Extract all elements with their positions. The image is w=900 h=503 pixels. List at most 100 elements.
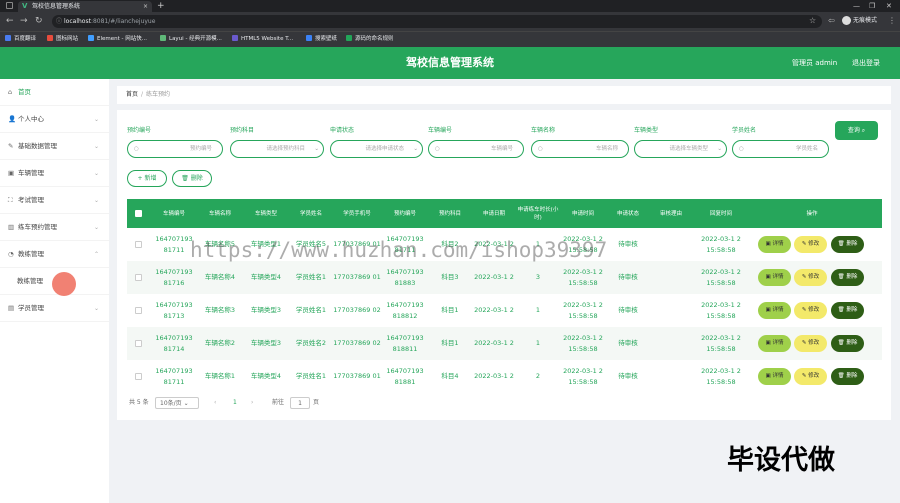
search-icon: ○ (538, 146, 543, 152)
back-icon[interactable]: ← (6, 16, 14, 26)
sidebar-item-exams[interactable]: ⛶ 考试管理 ⌄ (0, 187, 109, 214)
detail-button[interactable]: ▣ 详情 (758, 368, 791, 385)
new-tab-icon[interactable]: + (157, 0, 165, 12)
reload-icon[interactable]: ↻ (35, 16, 43, 26)
page-size-select[interactable]: 10条/页 ⌄ (155, 397, 199, 409)
window-menu-icon[interactable] (6, 2, 13, 9)
minimize-icon[interactable]: — (853, 0, 860, 12)
cell-apply-date: 2022-03-1 2 (474, 339, 514, 347)
edit-button[interactable]: ✎ 修改 (794, 368, 827, 385)
row-checkbox[interactable] (135, 241, 142, 248)
prev-page-icon[interactable]: ‹ (214, 397, 216, 409)
row-checkbox[interactable] (135, 307, 142, 314)
bookmark-item[interactable]: Layui - 经典开源模... (160, 34, 222, 45)
bookmark-item[interactable]: Element - 网站快... (88, 34, 147, 45)
detail-label: 详情 (772, 307, 784, 313)
detail-button[interactable]: ▣ 详情 (758, 335, 791, 352)
detail-button[interactable]: ▣ 详情 (758, 269, 791, 286)
window-close-icon[interactable]: ✕ (886, 0, 892, 12)
delete-label: 删除 (846, 274, 858, 280)
table-header: 车辆编号 车辆名称 车辆类型 学员姓名 学员手机号 预约编号 预约科目 申请日期… (127, 199, 882, 228)
row-checkbox[interactable] (135, 274, 142, 281)
sidebar-item-base-data[interactable]: ✎ 基础数据管理 ⌄ (0, 133, 109, 160)
row-delete-button[interactable]: 🗑 删除 (831, 368, 864, 385)
th-booking-no[interactable]: 预约编号 (381, 199, 429, 228)
sidebar-item-label: 基础数据管理 (18, 142, 57, 150)
cell-vehicle-type: 车辆类型3 (250, 339, 282, 347)
info-icon[interactable]: ⓘ (56, 15, 62, 28)
next-page-icon[interactable]: › (251, 397, 253, 409)
total-count: 共 5 条 (129, 399, 149, 406)
row-checkbox[interactable] (135, 373, 142, 380)
sidebar-item-vehicles[interactable]: ▣ 车辆管理 ⌄ (0, 160, 109, 187)
th-review-reason[interactable]: 审核理由 (649, 199, 693, 228)
th-actions: 操作 (806, 210, 818, 217)
bookmark-item[interactable]: HTML5 Website T... (232, 34, 293, 45)
query-button[interactable]: 查询 ⌕ (835, 121, 878, 140)
edit-button[interactable]: ✎ 修改 (794, 236, 827, 253)
th-student-name[interactable]: 学员姓名 (289, 199, 333, 228)
bookmark-item[interactable]: 搜索壁纸 (306, 34, 337, 45)
select-all-checkbox[interactable] (135, 210, 142, 217)
detail-label: 详情 (772, 340, 784, 346)
bookmark-star-icon[interactable]: ☆ (809, 16, 816, 26)
th-apply-date[interactable]: 申请日期 (471, 199, 517, 228)
sidebar-item-home[interactable]: ⌂ 首页 (0, 79, 109, 106)
sidebar-item-profile[interactable]: 👤 个人中心 ⌄ (0, 106, 109, 133)
row-delete-button[interactable]: 🗑 删除 (831, 335, 864, 352)
detail-button[interactable]: ▣ 详情 (758, 236, 791, 253)
more-menu-icon[interactable]: ⋮ (888, 16, 896, 26)
add-button[interactable]: + 新增 (127, 170, 167, 187)
th-vehicle-no[interactable]: 车辆编号 (151, 199, 197, 228)
extension-icon[interactable]: ⇦ (828, 16, 835, 26)
sidebar-item-label: 考试管理 (18, 196, 44, 204)
subject-select[interactable]: 请选择预约科目 ⌄ (230, 140, 324, 158)
row-delete-button[interactable]: 🗑 删除 (831, 236, 864, 253)
sidebar-item-coaches[interactable]: ◔ 教练管理 ⌃ (0, 241, 109, 268)
booking-no-input[interactable]: ○ 预约编号 (127, 140, 223, 158)
cell-status: 待审核 (618, 372, 638, 380)
page-number[interactable]: 1 (233, 397, 237, 409)
edit-button[interactable]: ✎ 修改 (794, 269, 827, 286)
goto-input[interactable]: 1 (290, 397, 310, 409)
row-delete-button[interactable]: 🗑 删除 (831, 269, 864, 286)
bookmark-item[interactable]: 图标网站 (47, 34, 78, 45)
vehicle-type-select[interactable]: 请选择车辆类型 ⌄ (634, 140, 727, 158)
detail-button[interactable]: ▣ 详情 (758, 302, 791, 319)
sidebar-item-students[interactable]: ▤ 学员管理 ⌄ (0, 295, 109, 322)
bookmark-label: Element - 网站快... (97, 36, 147, 42)
url-path: :8081/#/lianchejuyue (90, 18, 156, 25)
vehicle-no-input[interactable]: ○ 车辆编号 (428, 140, 524, 158)
student-name-input[interactable]: ○ 学员姓名 (732, 140, 829, 158)
th-status[interactable]: 申请状态 (607, 199, 649, 228)
delete-button[interactable]: 🗑 删除 (172, 170, 212, 187)
th-subject[interactable]: 预约科目 (429, 199, 471, 228)
status-select[interactable]: 请选择申请状态 ⌄ (330, 140, 423, 158)
row-checkbox[interactable] (135, 340, 142, 347)
th-reply-time[interactable]: 回复时间 (693, 199, 749, 228)
th-vehicle-name[interactable]: 车辆名称 (197, 199, 243, 228)
forward-icon[interactable]: → (20, 16, 28, 26)
filter-label: 预约科目 (230, 127, 255, 134)
breadcrumb: 首页 / 练车预约 (117, 86, 891, 104)
logout-link[interactable]: 退出登录 (852, 47, 880, 79)
cell-apply-time: 2022-03-1 2 15:58:58 (563, 333, 603, 353)
url-field[interactable]: ⓘ localhost:8081/#/lianchejuyue (52, 15, 822, 28)
th-apply-time[interactable]: 申请时间 (559, 199, 607, 228)
vehicle-name-input[interactable]: ○ 车辆名称 (531, 140, 629, 158)
edit-button[interactable]: ✎ 修改 (794, 302, 827, 319)
sidebar-item-booking[interactable]: ▥ 练车预约管理 ⌄ (0, 214, 109, 241)
th-duration[interactable]: 申请练车时长(小时) (517, 199, 559, 228)
incognito-profile[interactable]: 无痕模式 (842, 16, 877, 26)
browser-tab[interactable]: V 驾校信息管理系统 × (18, 1, 152, 12)
bookmark-label: 图标网站 (56, 36, 79, 42)
th-vehicle-type[interactable]: 车辆类型 (243, 199, 289, 228)
bookmark-item[interactable]: 百度翻译 (5, 34, 36, 45)
maximize-icon[interactable]: ❐ (869, 0, 875, 12)
breadcrumb-home[interactable]: 首页 (126, 91, 138, 98)
bookmark-item[interactable]: 源码的命名规则 (346, 34, 394, 45)
edit-button[interactable]: ✎ 修改 (794, 335, 827, 352)
th-student-phone[interactable]: 学员手机号 (333, 199, 381, 228)
row-delete-button[interactable]: 🗑 删除 (831, 302, 864, 319)
close-tab-icon[interactable]: × (143, 1, 148, 12)
